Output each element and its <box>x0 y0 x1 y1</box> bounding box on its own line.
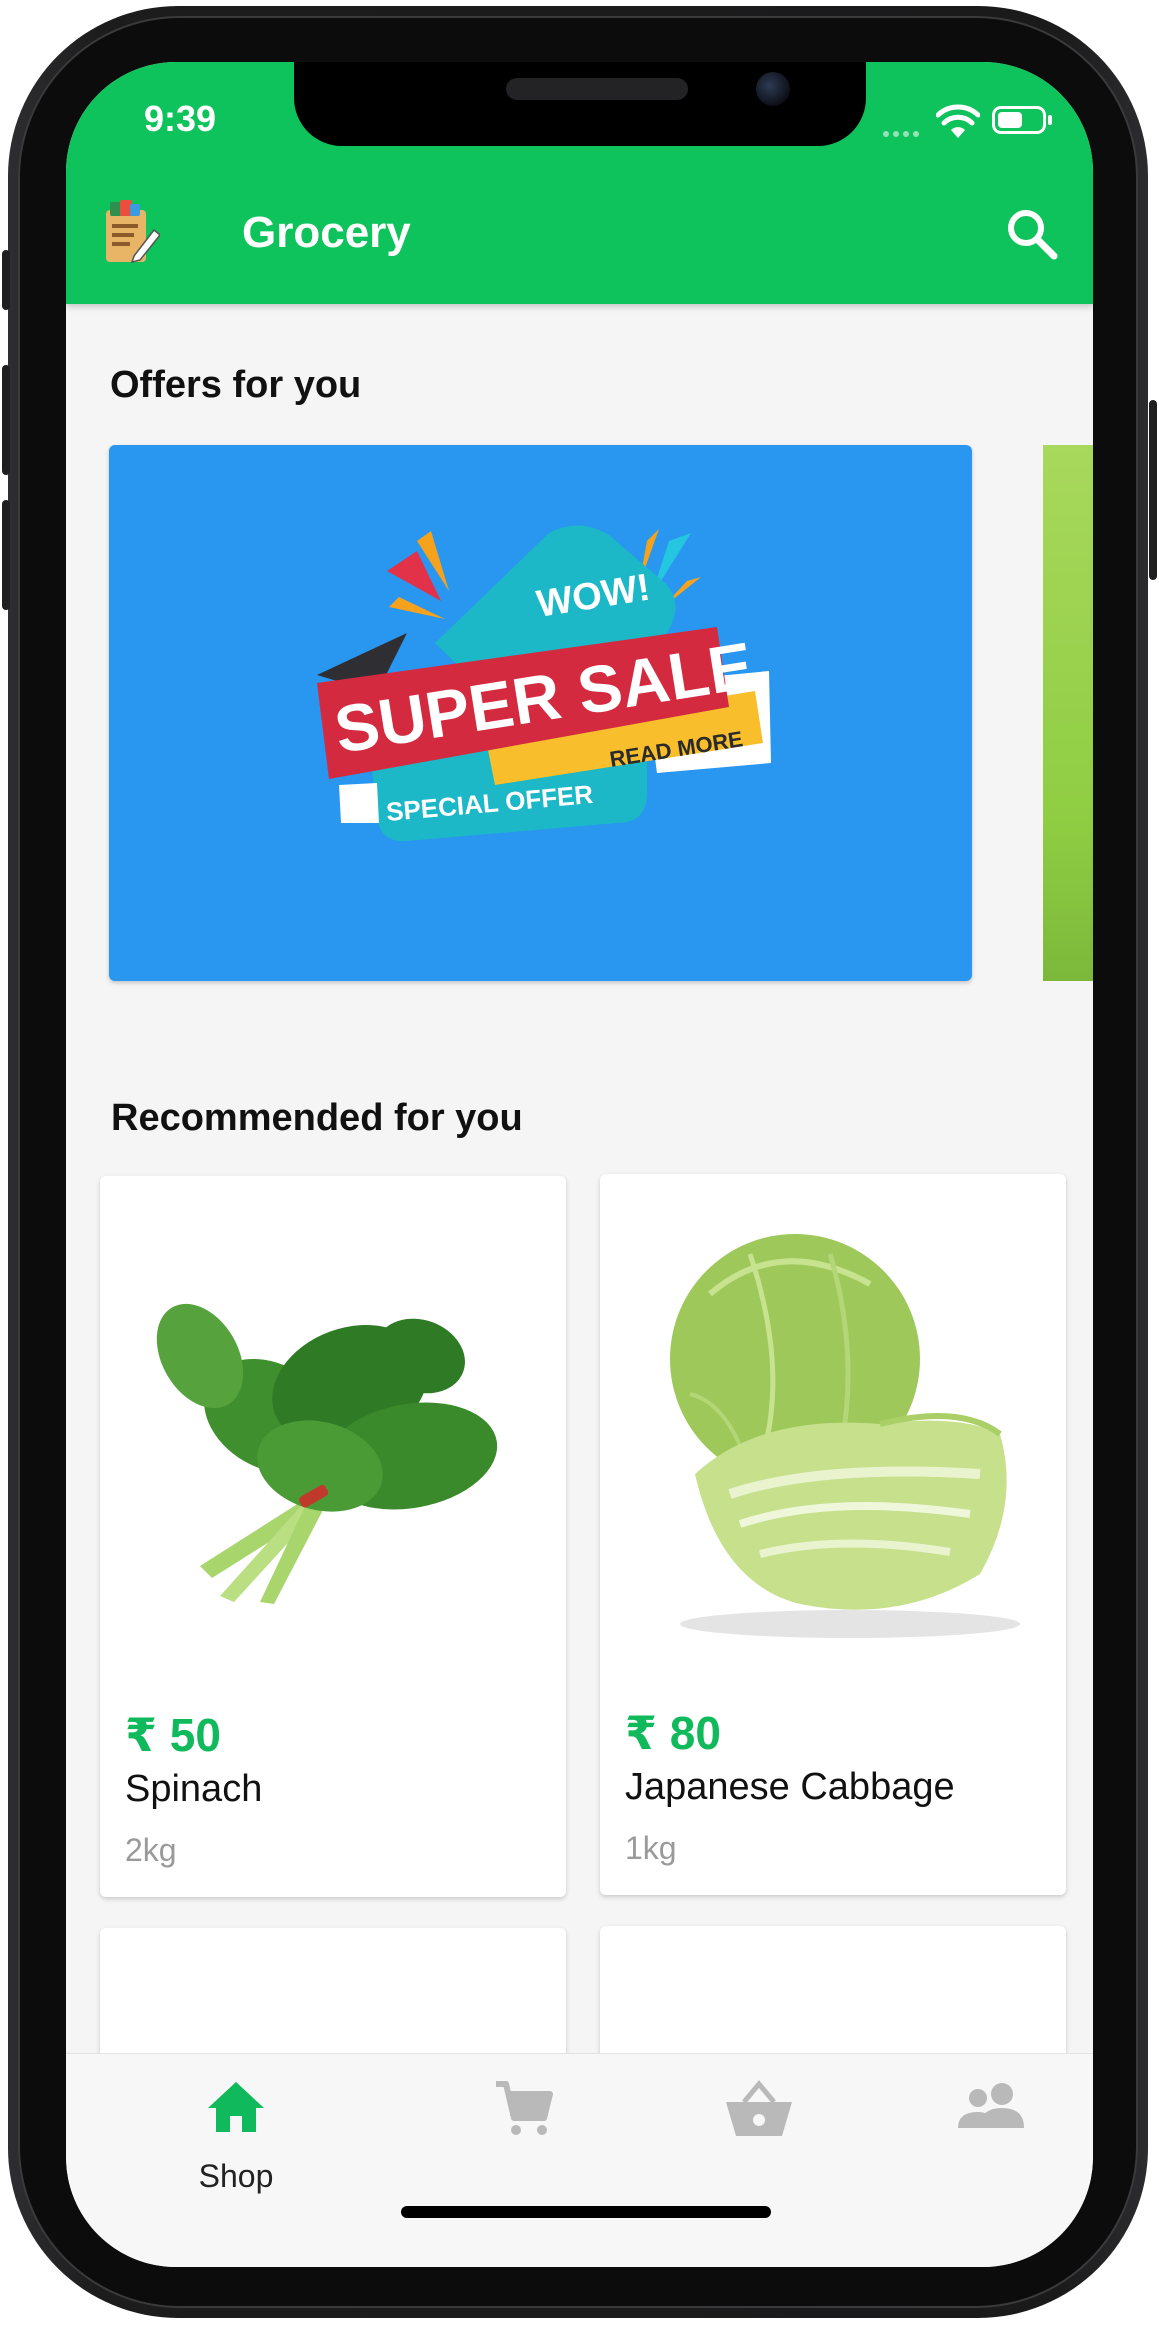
app-logo-icon <box>106 200 160 264</box>
basket-icon <box>726 2080 792 2136</box>
offer-banner-card-next[interactable] <box>1043 445 1093 981</box>
app-title: Grocery <box>242 208 411 257</box>
product-card[interactable]: ₹ 50 Spinach 2kg <box>100 1176 566 1897</box>
front-camera <box>756 72 790 106</box>
product-price: ₹ 50 <box>125 1709 221 1761</box>
battery-icon <box>992 106 1052 134</box>
nav-cart[interactable] <box>464 2080 584 2200</box>
nav-label-shop: Shop <box>198 2158 274 2194</box>
recommended-heading: Recommended for you <box>111 1097 523 1139</box>
product-name: Japanese Cabbage <box>625 1766 955 1808</box>
earpiece-speaker <box>506 78 688 100</box>
power-button <box>1149 400 1157 580</box>
people-icon <box>958 2083 1024 2128</box>
status-time: 9:39 <box>144 98 217 139</box>
mute-switch <box>2 250 10 310</box>
app-screen: 9:39 Grocery Offers for you WOW! SUPER S… <box>66 62 1093 2267</box>
cabbage-image <box>670 1234 1020 1638</box>
home-indicator <box>401 2206 771 2218</box>
phone-frame: 9:39 Grocery Offers for you WOW! SUPER S… <box>0 0 1159 2326</box>
nav-shop[interactable]: Shop <box>176 2080 296 2200</box>
nav-basket[interactable] <box>694 2080 814 2200</box>
offer-banner-card[interactable]: WOW! SUPER SALE READ MORE SPECIAL OFFER <box>109 445 972 981</box>
product-price: ₹ 80 <box>625 1707 721 1759</box>
product-name: Spinach <box>125 1768 263 1810</box>
cellular-signal-icon <box>883 124 923 142</box>
device-notch <box>294 62 866 146</box>
product-unit: 1kg <box>625 1830 677 1866</box>
bottom-navigation: Shop <box>66 2053 1093 2267</box>
spinach-image <box>156 1303 498 1604</box>
cart-icon <box>496 2081 553 2135</box>
search-icon[interactable] <box>1002 204 1060 262</box>
wifi-icon <box>936 104 980 138</box>
product-card[interactable]: ₹ 80 Japanese Cabbage 1kg <box>600 1174 1066 1895</box>
volume-up-button <box>2 365 10 475</box>
offers-heading: Offers for you <box>110 364 362 406</box>
nav-account[interactable] <box>926 2080 1046 2200</box>
volume-down-button <box>2 500 10 610</box>
product-unit: 2kg <box>125 1832 177 1868</box>
home-icon <box>208 2082 264 2132</box>
super-sale-banner-graphic: WOW! SUPER SALE READ MORE SPECIAL OFFER <box>317 525 771 842</box>
